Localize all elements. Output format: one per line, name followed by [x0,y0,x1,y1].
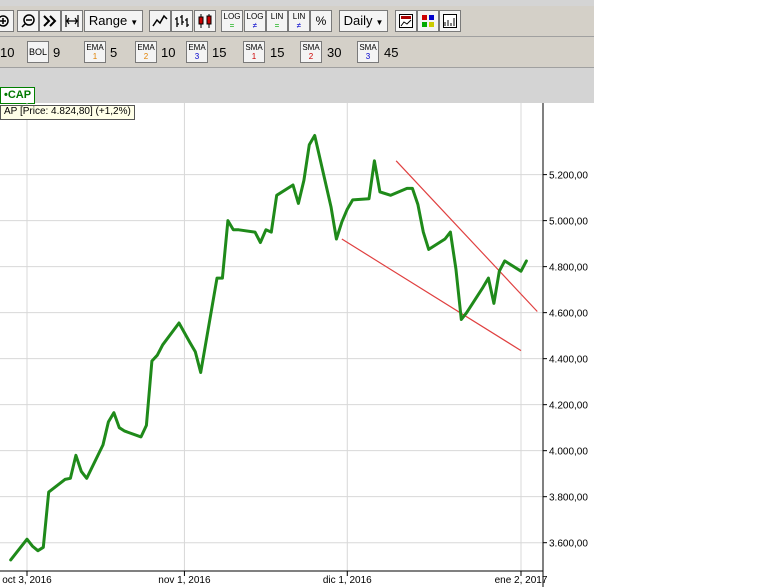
x-tick-label: ene 2, 2017 [495,575,548,586]
y-tick-label: 4.400,00 [549,355,588,366]
y-tick-label: 4.800,00 [549,263,588,274]
y-tick-label: 5.000,00 [549,217,588,228]
x-tick-label: nov 1, 2016 [158,575,211,586]
y-tick-label: 4.200,00 [549,401,588,412]
y-tick-label: 5.200,00 [549,171,588,182]
chart-application: Range ▼ LOG = LOG ≠ LIN = LIN ≠ % Daily ▼ [0,0,594,587]
price-series [9,134,528,562]
grid-lines [0,103,543,576]
empty-area [594,0,760,587]
y-tick-label: 3.800,00 [549,493,588,504]
y-tick-label: 4.000,00 [549,447,588,458]
x-tick-label: dic 1, 2016 [323,575,372,586]
x-tick-label: oct 3, 2016 [2,575,52,586]
y-tick-label: 3.600,00 [549,539,588,550]
axes: 3.600,00 3.800,00 4.000,00 4.200,00 4.400,00… [0,103,588,587]
trend-line [395,160,538,312]
price-info-box: AP [Price: 4.824,80] (+1,2%) [0,105,135,120]
price-chart: 3.600,00 3.800,00 4.000,00 4.200,00 4.400,00… [0,103,588,587]
y-tick-label: 4.600,00 [549,309,588,320]
